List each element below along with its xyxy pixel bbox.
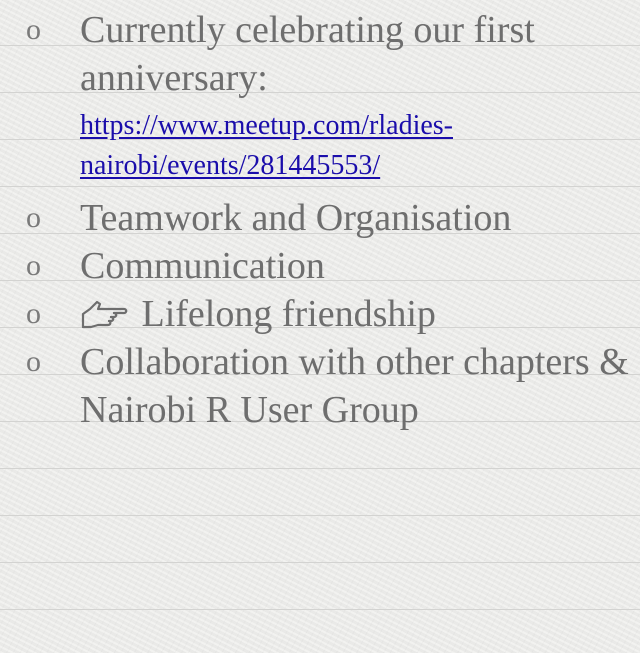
- list-item-text: Lifelong friendship: [141, 293, 436, 335]
- bullet-list: o Currently celebrating our first annive…: [0, 6, 640, 434]
- list-item: o Lifelong friendship: [0, 290, 640, 338]
- meetup-event-link[interactable]: https://www.meetup.com/rladies-nairobi/e…: [80, 106, 640, 186]
- pointing-hand-icon: [80, 299, 128, 329]
- bullet-marker: o: [26, 345, 41, 378]
- list-item: o Teamwork and Organisation: [0, 194, 640, 242]
- list-item: o Communication: [0, 242, 640, 290]
- list-item-text: Currently celebrating our first annivers…: [80, 9, 535, 99]
- bullet-marker: o: [26, 297, 41, 330]
- list-item-text: Teamwork and Organisation: [80, 197, 512, 239]
- list-item: o Collaboration with other chapters & Na…: [0, 338, 640, 434]
- bullet-marker: o: [26, 201, 41, 234]
- bullet-marker: o: [26, 13, 41, 46]
- bullet-marker: o: [26, 249, 41, 282]
- list-item: o Currently celebrating our first annive…: [0, 6, 640, 186]
- list-item-text: Collaboration with other chapters & Nair…: [80, 341, 629, 431]
- notebook-page: o Currently celebrating our first annive…: [0, 0, 640, 653]
- list-item-text: Communication: [80, 245, 325, 287]
